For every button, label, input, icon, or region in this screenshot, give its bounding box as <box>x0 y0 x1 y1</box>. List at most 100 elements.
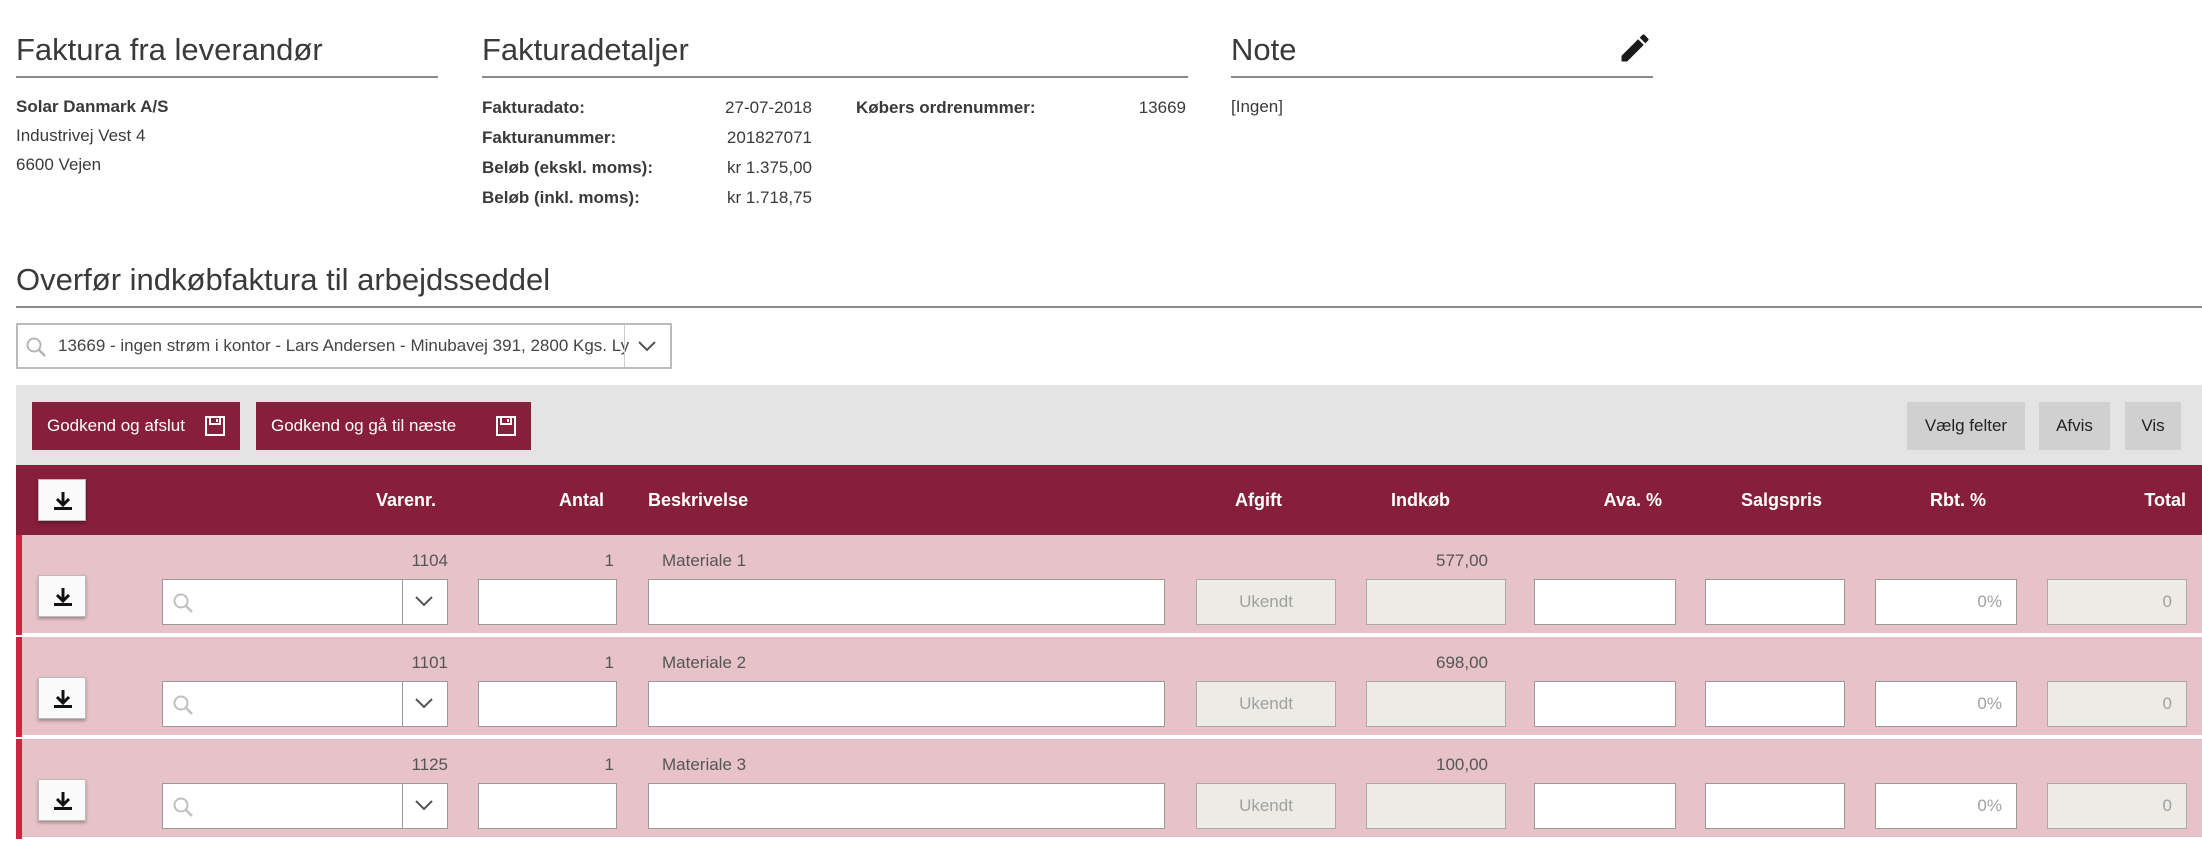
table-row: 1104 1 Materiale 1 Ukendt 577,00 0% 0 <box>16 535 2202 635</box>
description-input[interactable] <box>648 579 1165 625</box>
download-icon <box>54 492 72 510</box>
total-field: 0 <box>2047 783 2187 829</box>
note-value: [Ingen] <box>1231 97 1283 116</box>
download-row-button[interactable] <box>38 677 86 719</box>
header-description: Beskrivelse <box>648 490 749 510</box>
download-icon <box>54 792 72 810</box>
purchase-input[interactable] <box>1366 681 1506 727</box>
table-row: 1101 1 Materiale 2 Ukendt 698,00 0% 0 <box>16 637 2202 737</box>
description-input[interactable] <box>648 783 1165 829</box>
row-purchase: 577,00 <box>1436 551 1488 570</box>
item-search-combo[interactable] <box>162 681 448 727</box>
search-icon <box>26 337 46 357</box>
sales-price-input[interactable] <box>1705 783 1845 829</box>
work-order-select[interactable]: 13669 - ingen strøm i kontor - Lars Ande… <box>16 323 672 369</box>
invoice-date-label: Fakturadato: <box>482 98 585 117</box>
invoice-number-label: Fakturanummer: <box>482 128 617 147</box>
tax-field: Ukendt <box>1196 681 1336 727</box>
supplier-address: Solar Danmark A/S Industrivej Vest 4 660… <box>16 92 168 179</box>
save-icon <box>496 416 516 436</box>
description-input[interactable] <box>648 681 1165 727</box>
approve-and-close-button[interactable]: Godkend og afslut <box>32 402 240 450</box>
row-separator <box>22 633 2202 635</box>
approve-and-close-label: Godkend og afslut <box>47 416 185 435</box>
row-description: Materiale 1 <box>662 551 747 570</box>
search-icon <box>173 695 193 715</box>
search-icon <box>173 593 193 613</box>
header-purchase: Indkøb <box>1391 490 1450 510</box>
row-quantity: 1 <box>604 653 614 672</box>
header-sales-price: Salgspris <box>1740 490 1822 510</box>
buyer-order-label: Købers ordrenummer: <box>856 98 1036 117</box>
header-quantity: Antal <box>559 490 604 510</box>
row-quantity: 1 <box>604 755 614 774</box>
buyer-order-value: 13669 <box>1138 98 1186 117</box>
quantity-input[interactable] <box>478 681 617 727</box>
approve-and-next-label: Godkend og gå til næste <box>271 416 457 435</box>
discount-input[interactable]: 0% <box>1875 579 2017 625</box>
work-order-select-value: 13669 - ingen strøm i kontor - Lars Ande… <box>58 336 630 355</box>
amount-incl-label: Beløb (inkl. moms): <box>482 188 640 207</box>
row-item-no: 1104 <box>411 551 448 570</box>
approve-and-next-button[interactable]: Godkend og gå til næste <box>256 402 531 450</box>
total-field: 0 <box>2047 579 2187 625</box>
action-toolbar: Godkend og afslut Godkend og gå til næst… <box>16 385 2202 465</box>
markup-input[interactable] <box>1534 579 1676 625</box>
row-item-no: 1101 <box>411 653 448 672</box>
download-row-button[interactable] <box>38 575 86 617</box>
markup-input[interactable] <box>1534 783 1676 829</box>
download-all-button[interactable] <box>38 479 86 521</box>
table-row: 1125 1 Materiale 3 Ukendt 100,00 0% 0 <box>16 739 2202 839</box>
supplier-section-title: Faktura fra leverandør <box>16 26 438 78</box>
header-total: Total <box>2144 490 2186 510</box>
invoice-date-value: 27-07-2018 <box>725 98 812 117</box>
search-icon <box>173 797 193 817</box>
row-separator <box>22 837 2202 839</box>
chevron-down-icon[interactable] <box>402 580 447 624</box>
item-search-combo[interactable] <box>162 783 448 829</box>
table-header: Varenr. Antal Beskrivelse Afgift Indkøb … <box>16 465 2202 535</box>
download-row-button[interactable] <box>38 779 86 821</box>
download-icon <box>54 690 72 708</box>
quantity-input[interactable] <box>478 783 617 829</box>
invoice-details-title: Fakturadetaljer <box>482 26 1188 78</box>
item-search-combo[interactable] <box>162 579 448 625</box>
purchase-input[interactable] <box>1366 579 1506 625</box>
transfer-title: Overfør indkøbfaktura til arbejdsseddel <box>16 256 2202 308</box>
amount-excl-label: Beløb (ekskl. moms): <box>482 158 653 177</box>
supplier-street: Industrivej Vest 4 <box>16 126 146 145</box>
row-purchase: 698,00 <box>1436 653 1488 672</box>
amount-incl-value: kr 1.718,75 <box>726 188 812 207</box>
download-icon <box>54 588 72 606</box>
quantity-input[interactable] <box>478 579 617 625</box>
chevron-down-icon[interactable] <box>402 784 447 828</box>
invoice-number-value: 201827071 <box>726 128 812 147</box>
save-icon <box>205 416 225 436</box>
chevron-down-icon[interactable] <box>402 682 447 726</box>
header-item-no: Varenr. <box>375 490 436 510</box>
header-markup: Ava. % <box>1603 490 1662 510</box>
row-separator <box>22 735 2202 737</box>
header-tax: Afgift <box>1235 490 1282 510</box>
row-description: Materiale 2 <box>662 653 747 672</box>
chevron-down-icon[interactable] <box>624 325 670 367</box>
header-discount: Rbt. % <box>1930 490 1986 510</box>
discount-input[interactable]: 0% <box>1875 783 2017 829</box>
tax-field: Ukendt <box>1196 579 1336 625</box>
row-item-no: 1125 <box>411 755 448 774</box>
sales-price-input[interactable] <box>1705 579 1845 625</box>
reject-button[interactable]: Afvis <box>2039 402 2110 450</box>
show-button[interactable]: Vis <box>2125 402 2181 450</box>
markup-input[interactable] <box>1534 681 1676 727</box>
total-field: 0 <box>2047 681 2187 727</box>
purchase-input[interactable] <box>1366 783 1506 829</box>
note-title: Note <box>1231 26 1653 78</box>
supplier-city: 6600 Vejen <box>16 155 102 174</box>
row-purchase: 100,00 <box>1436 755 1488 774</box>
edit-note-pencil-icon[interactable] <box>1617 30 1653 66</box>
tax-field: Ukendt <box>1196 783 1336 829</box>
discount-input[interactable]: 0% <box>1875 681 2017 727</box>
row-quantity: 1 <box>604 551 614 570</box>
choose-fields-button[interactable]: Vælg felter <box>1907 402 2025 450</box>
sales-price-input[interactable] <box>1705 681 1845 727</box>
